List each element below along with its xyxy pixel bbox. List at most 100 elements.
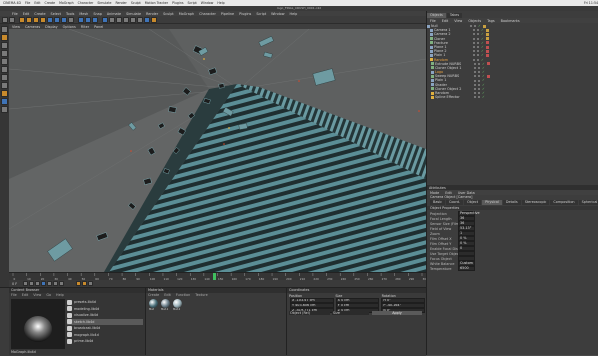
render-dot-icon[interactable]	[477, 41, 479, 44]
material-swatch[interactable]: Mat	[149, 299, 159, 311]
render-dot-icon[interactable]	[477, 50, 479, 53]
polygons-mode-button[interactable]	[1, 74, 8, 81]
snapping-button[interactable]	[1, 98, 8, 105]
object-row[interactable]: Spline Effector ✓	[427, 95, 598, 99]
x-axis-lock-button[interactable]	[47, 16, 53, 23]
material-swatch[interactable]: Mat.1	[161, 299, 171, 311]
system-menu-item[interactable]: Create	[45, 1, 56, 5]
object-tag-icon[interactable]	[485, 37, 489, 41]
content-browser-menu-item[interactable]: Edit	[22, 293, 29, 297]
object-manager-menu-item[interactable]: Tags	[487, 19, 495, 23]
visibility-dot-icon[interactable]	[474, 87, 476, 90]
object-manager-menu-item[interactable]: Edit	[442, 19, 449, 23]
cube-primitive-button[interactable]	[102, 16, 108, 23]
viewport-menu-item[interactable]: Panel	[94, 25, 103, 29]
axis-mode-button[interactable]	[1, 82, 8, 89]
content-browser-menu-item[interactable]: File	[11, 293, 17, 297]
attributes-tab[interactable]: Stereoscopic	[521, 200, 550, 205]
previous-keyframe-button[interactable]	[29, 281, 34, 286]
viewport-3d[interactable]	[9, 29, 426, 272]
object-tag-icon[interactable]	[485, 49, 489, 53]
next-frame-button[interactable]	[47, 281, 52, 286]
render-dot-icon[interactable]	[478, 83, 480, 86]
scale-tool-button[interactable]	[33, 16, 39, 23]
tweak-mode-button[interactable]	[1, 90, 8, 97]
visibility-dot-icon[interactable]	[474, 66, 476, 69]
light-button[interactable]	[151, 16, 157, 23]
system-menu-item[interactable]: Help	[217, 1, 224, 5]
attributes-tab[interactable]: Details	[502, 200, 521, 205]
render-dot-icon[interactable]	[478, 92, 480, 95]
render-dot-icon[interactable]	[477, 54, 479, 57]
app-menu-item[interactable]: Animate	[107, 12, 121, 16]
app-menu-item[interactable]: Character	[199, 12, 216, 16]
workplane-mode-button[interactable]	[1, 50, 8, 57]
materials-menu-item[interactable]: Texture	[195, 293, 207, 297]
array-button[interactable]	[123, 16, 129, 23]
render-dot-icon[interactable]	[477, 46, 479, 49]
content-browser-menu-item[interactable]: View	[33, 293, 41, 297]
subdivision-surface-button[interactable]	[116, 16, 122, 23]
points-mode-button[interactable]	[1, 58, 8, 65]
app-menu-item[interactable]: Help	[290, 12, 298, 16]
render-dot-icon[interactable]	[478, 62, 480, 65]
system-menu-item[interactable]: Simulate	[97, 1, 111, 5]
attributes-tab[interactable]: Object	[464, 200, 482, 205]
live-selection-button[interactable]	[19, 16, 25, 23]
visibility-dot-icon[interactable]	[473, 50, 475, 53]
floor-button[interactable]	[137, 16, 143, 23]
object-tag-icon[interactable]	[486, 62, 490, 66]
system-menu-item[interactable]: Character	[78, 1, 94, 5]
app-menu-item[interactable]: Edit	[23, 12, 30, 16]
render-dot-icon[interactable]	[478, 96, 480, 99]
content-browser-menu-item[interactable]: Help	[56, 293, 64, 297]
object-manager-menu-item[interactable]: Objects	[468, 19, 481, 23]
system-menu-item[interactable]: Motion Tracker	[145, 1, 168, 5]
material-swatch[interactable]: Mat.2	[173, 299, 183, 311]
render-picture-viewer-button[interactable]	[85, 16, 91, 23]
visibility-dot-icon[interactable]	[474, 75, 476, 78]
autokey-button[interactable]	[82, 281, 87, 286]
app-menu-item[interactable]: Sculpt	[163, 12, 174, 16]
render-settings-button[interactable]	[92, 16, 98, 23]
app-menu-item[interactable]: Window	[271, 12, 284, 16]
visibility-dot-icon[interactable]	[473, 37, 475, 40]
visibility-dot-icon[interactable]	[473, 54, 475, 57]
lock-workplane-button[interactable]	[1, 106, 8, 113]
app-menu-item[interactable]: Simulate	[126, 12, 141, 16]
attributes-menu-item[interactable]: Edit	[445, 191, 452, 195]
object-manager-menu-item[interactable]: View	[454, 19, 462, 23]
edges-mode-button[interactable]	[1, 66, 8, 73]
system-menu-item[interactable]: Sculpt	[131, 1, 141, 5]
visibility-dot-icon[interactable]	[473, 41, 475, 44]
render-dot-icon[interactable]	[474, 25, 476, 28]
visibility-dot-icon[interactable]	[474, 71, 476, 74]
viewport-menu-item[interactable]: Cameras	[25, 25, 40, 29]
make-editable-button[interactable]	[1, 26, 8, 33]
render-dot-icon[interactable]	[478, 66, 480, 69]
app-menu-item[interactable]: Create	[34, 12, 45, 16]
object-tag-icon[interactable]	[485, 32, 489, 36]
visibility-dot-icon[interactable]	[474, 79, 476, 82]
visibility-dot-icon[interactable]	[473, 46, 475, 49]
model-mode-button[interactable]	[1, 34, 8, 41]
enabled-check-icon[interactable]: ✓	[482, 95, 485, 99]
redo-button[interactable]	[9, 16, 15, 23]
render-dot-icon[interactable]	[478, 75, 480, 78]
visibility-dot-icon[interactable]	[473, 58, 475, 61]
texture-mode-button[interactable]	[1, 42, 8, 49]
materials-menu-item[interactable]: Create	[148, 293, 159, 297]
object-tag-icon[interactable]	[485, 53, 489, 57]
content-browser-item[interactable]: prime.lib4d	[67, 338, 143, 345]
viewport-menu-item[interactable]: Options	[63, 25, 76, 29]
coordinate-mode-select[interactable]: Object (Rel)	[289, 311, 330, 315]
coordinate-system-button[interactable]	[68, 16, 74, 23]
play-button[interactable]	[41, 281, 46, 286]
camera-button[interactable]	[144, 16, 150, 23]
visibility-dot-icon[interactable]	[470, 25, 472, 28]
render-dot-icon[interactable]	[478, 79, 480, 82]
attributes-tab[interactable]: Basic	[430, 200, 445, 205]
apply-button[interactable]: Apply	[372, 311, 422, 315]
visibility-dot-icon[interactable]	[474, 83, 476, 86]
rotate-tool-button[interactable]	[40, 16, 46, 23]
